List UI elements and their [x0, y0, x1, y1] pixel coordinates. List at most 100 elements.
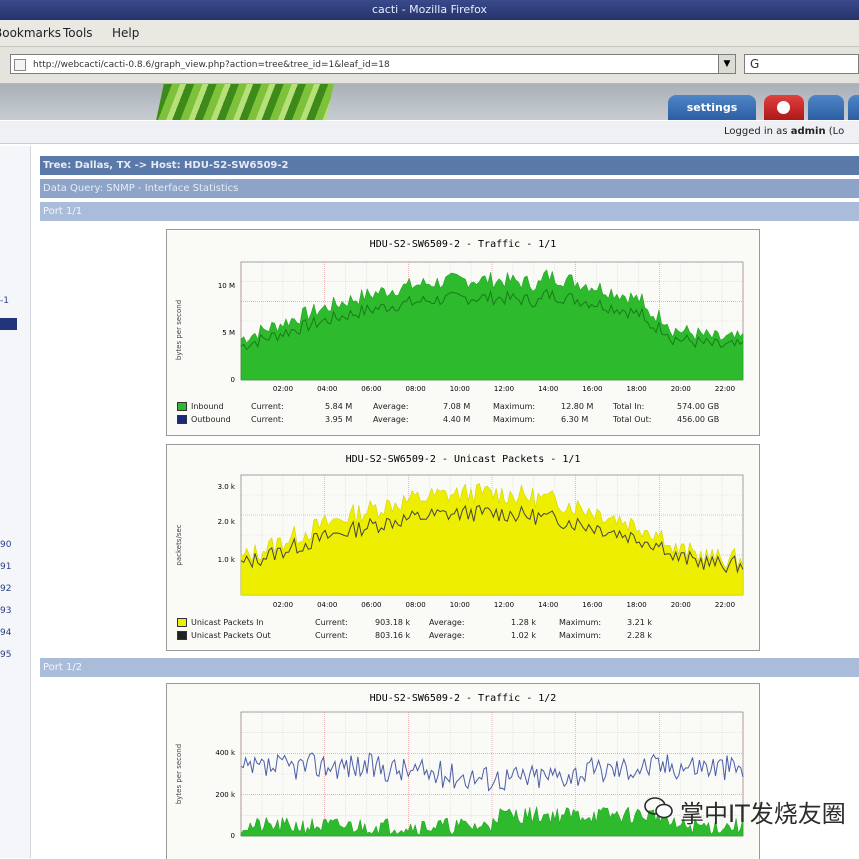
- legend-value: 5.84 M: [325, 402, 353, 411]
- ytick: 5 M: [222, 329, 235, 337]
- legend-outbound: Outbound: [177, 415, 231, 424]
- tree-breadcrumb: Tree: Dallas, TX -> Host: HDU-S2-SW6509-…: [40, 156, 859, 175]
- ytick: 1.0 k: [218, 556, 236, 564]
- window-title-bar: cacti - Mozilla Firefox: [0, 0, 859, 20]
- legend-value: 1.28 k: [511, 618, 536, 627]
- tree-item[interactable]: 90: [0, 540, 11, 550]
- legend-label: Current:: [251, 402, 284, 411]
- unicast-graph-1-xticks: 02:00 04:00 06:00 08:00 10:00 12:00 14:00 16:00…: [273, 601, 735, 609]
- url-dropdown-button[interactable]: ▼: [718, 54, 736, 74]
- tab-preview[interactable]: [808, 95, 844, 120]
- legend-name: Unicast Packets Out: [191, 631, 271, 640]
- ytick: 0: [231, 832, 235, 840]
- port-header-2: Port 1/2: [40, 658, 859, 677]
- xtick: 18:00: [627, 601, 647, 609]
- tree-item[interactable]: -1: [0, 296, 9, 306]
- ytick: 0: [231, 376, 235, 384]
- traffic-graph-2[interactable]: HDU-S2-SW6509-2 - Traffic - 1/2 bytes pe…: [166, 683, 760, 859]
- traffic-graph-2-title: HDU-S2-SW6509-2 - Traffic - 1/2: [370, 693, 557, 704]
- logout-link[interactable]: (Lo: [829, 126, 844, 137]
- traffic-graph-1-ylabel: bytes per second: [175, 300, 183, 360]
- unicast-in-area: [240, 483, 744, 596]
- login-bar: Logged in as admin (Lo: [0, 121, 859, 144]
- tree-item[interactable]: 95: [0, 650, 11, 660]
- xtick: 16:00: [582, 601, 602, 609]
- legend-value: 6.30 M: [561, 415, 589, 424]
- search-input[interactable]: G: [744, 54, 859, 74]
- window-title: cacti - Mozilla Firefox: [372, 3, 487, 16]
- legend-label: Current:: [251, 415, 284, 424]
- legend-inbound: Inbound: [177, 402, 224, 411]
- legend-label: Average:: [373, 415, 409, 424]
- ytick: 400 k: [215, 749, 236, 757]
- traffic-graph-2-svg: HDU-S2-SW6509-2 - Traffic - 1/2 bytes pe…: [175, 693, 744, 840]
- menu-help[interactable]: Help: [112, 26, 139, 40]
- xtick: 16:00: [582, 385, 602, 393]
- menu-tools[interactable]: Tools: [63, 26, 93, 40]
- legend-label: Average:: [429, 631, 465, 640]
- legend-value: 1.02 k: [511, 631, 536, 640]
- xtick: 14:00: [538, 601, 558, 609]
- legend-label: Maximum:: [559, 631, 602, 640]
- legend-label: Maximum:: [493, 402, 536, 411]
- traffic-graph-1-title: HDU-S2-SW6509-2 - Traffic - 1/1: [370, 239, 557, 250]
- menu-bookmarks[interactable]: Bookmarks: [0, 26, 61, 40]
- legend-value: 3.95 M: [325, 415, 353, 424]
- legend-label: Maximum:: [559, 618, 602, 627]
- xtick: 20:00: [671, 385, 691, 393]
- tab-graphs-red[interactable]: [764, 95, 804, 120]
- inbound-swatch: [177, 402, 187, 411]
- port-header-1: Port 1/1: [40, 202, 859, 221]
- xtick: 06:00: [361, 601, 381, 609]
- url-input[interactable]: http://webcacti/cacti-0.8.6/graph_view.p…: [10, 54, 722, 74]
- data-query-header: Data Query: SNMP - Interface Statistics: [40, 179, 859, 198]
- legend-label: Current:: [315, 618, 348, 627]
- outbound-swatch: [177, 415, 187, 424]
- xtick: 12:00: [494, 601, 514, 609]
- xtick: 14:00: [538, 385, 558, 393]
- navigation-toolbar: http://webcacti/cacti-0.8.6/graph_view.p…: [0, 47, 859, 84]
- xtick: 06:00: [361, 385, 381, 393]
- cacti-logo: [156, 84, 334, 120]
- watermark-text: 掌中IT发烧友圈: [680, 800, 846, 828]
- legend-value: 12.80 M: [561, 402, 594, 411]
- legend-unicast-out: Unicast Packets Out: [177, 631, 271, 640]
- legend-label: Total In:: [613, 402, 645, 411]
- tree-item-selected[interactable]: [0, 318, 17, 330]
- unicast-in-swatch: [177, 618, 187, 627]
- legend-value: 574.00 GB: [677, 402, 720, 411]
- tab-settings[interactable]: settings: [668, 95, 756, 120]
- legend-value: 803.16 k: [375, 631, 411, 640]
- xtick: 18:00: [627, 385, 647, 393]
- legend-label: Maximum:: [493, 415, 536, 424]
- tree-panel: [0, 146, 31, 858]
- tree-item[interactable]: 93: [0, 606, 11, 616]
- login-user: admin: [790, 126, 826, 137]
- legend-name: Inbound: [191, 402, 224, 411]
- login-label: Logged in as: [724, 126, 788, 137]
- xtick: 22:00: [715, 601, 735, 609]
- page-icon: [14, 59, 26, 71]
- unicast-graph-1-ylabel: packets/sec: [175, 524, 183, 565]
- legend-value: 7.08 M: [443, 402, 471, 411]
- ytick: 10 M: [218, 282, 235, 290]
- xtick: 20:00: [671, 601, 691, 609]
- traffic-graph-2-ylabel: bytes per second: [175, 744, 183, 804]
- tab-list[interactable]: [848, 95, 859, 120]
- traffic-graph-1-xticks: 02:00 04:00 06:00 08:00 10:00 12:00 14:00 16:00…: [273, 385, 735, 393]
- unicast-graph-1-title: HDU-S2-SW6509-2 - Unicast Packets - 1/1: [346, 454, 581, 465]
- watermark: 掌中IT发烧友圈: [644, 790, 859, 830]
- legend-name: Unicast Packets In: [191, 618, 264, 627]
- tree-item[interactable]: 94: [0, 628, 11, 638]
- legend-value: 3.21 k: [627, 618, 652, 627]
- legend-label: Total Out:: [613, 415, 652, 424]
- xtick: 04:00: [317, 601, 337, 609]
- tree-item[interactable]: 91: [0, 562, 11, 572]
- menu-bar: Bookmarks Tools Help: [0, 20, 859, 47]
- xtick: 08:00: [406, 385, 426, 393]
- unicast-out-swatch: [177, 631, 187, 640]
- unicast-graph-1[interactable]: HDU-S2-SW6509-2 - Unicast Packets - 1/1 …: [166, 444, 760, 651]
- tree-item[interactable]: 92: [0, 584, 11, 594]
- xtick: 10:00: [450, 601, 470, 609]
- traffic-graph-1[interactable]: HDU-S2-SW6509-2 - Traffic - 1/1 bytes pe…: [166, 229, 760, 436]
